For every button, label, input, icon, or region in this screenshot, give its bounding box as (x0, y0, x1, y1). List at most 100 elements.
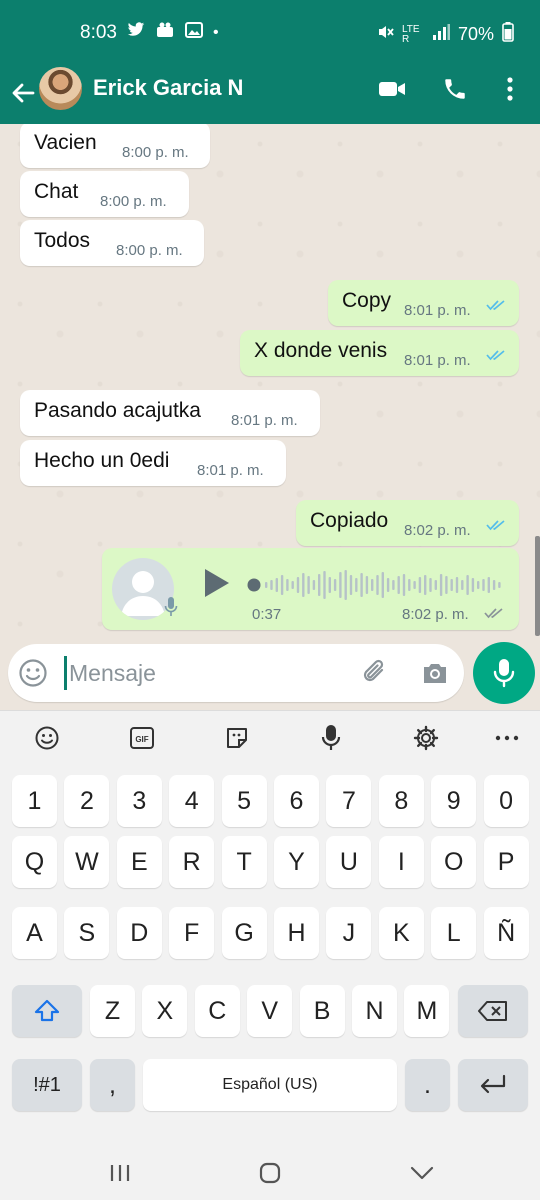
key-f[interactable]: F (169, 907, 215, 959)
emoji-icon[interactable] (18, 658, 48, 693)
battery-icon (502, 22, 514, 47)
key-y[interactable]: Y (274, 836, 319, 888)
key-7[interactable]: 7 (326, 775, 372, 827)
key-b[interactable]: B (299, 985, 345, 1037)
video-call-icon[interactable] (378, 74, 406, 104)
waveform-bar (461, 580, 464, 590)
key-4[interactable]: 4 (169, 775, 215, 827)
chat-area[interactable]: Vacien 8:00 p. m. Chat 8:00 p. m. Todos … (0, 124, 540, 636)
waveform-bar (487, 577, 490, 593)
message-input[interactable] (64, 656, 344, 690)
waveform-bar (498, 582, 501, 588)
voice-note-message[interactable]: 0:37 8:02 p. m. (102, 548, 519, 630)
keyboard: GIF 1234567890 QWERTYUIOP ASDFGHJKLÑ ZXCVBN… (0, 710, 540, 1200)
message-outgoing[interactable]: Copy 8:01 p. m. (328, 280, 519, 326)
waveform-bar (333, 579, 337, 591)
key-1[interactable]: 1 (12, 775, 57, 827)
key-x[interactable]: X (142, 985, 188, 1037)
sticker-icon[interactable] (220, 721, 254, 755)
key-l[interactable]: L (431, 907, 477, 959)
message-input-container (8, 644, 464, 702)
read-ticks-icon (486, 293, 506, 317)
play-icon[interactable] (202, 566, 232, 605)
key-e[interactable]: E (116, 836, 162, 888)
message-time: 8:00 p. m. (122, 144, 189, 161)
phone-icon[interactable] (442, 74, 468, 104)
key-8[interactable]: 8 (378, 775, 424, 827)
message-outgoing[interactable]: Copiado 8:02 p. m. (296, 500, 519, 546)
key-3[interactable]: 3 (116, 775, 162, 827)
key-j[interactable]: J (326, 907, 372, 959)
key-a[interactable]: A (12, 907, 57, 959)
key-d[interactable]: D (116, 907, 162, 959)
message-incoming[interactable]: Todos 8:00 p. m. (20, 220, 204, 266)
key-s[interactable]: S (64, 907, 110, 959)
waveform-bar (471, 578, 475, 592)
message-incoming[interactable]: Pasando acajutka 8:01 p. m. (20, 390, 320, 436)
camera-icon[interactable] (420, 658, 450, 693)
waveform-bar (402, 574, 406, 596)
backspace-key[interactable] (458, 985, 528, 1037)
shift-key[interactable] (12, 985, 82, 1037)
period-key[interactable]: . (405, 1059, 450, 1111)
contact-avatar[interactable] (37, 65, 84, 112)
key-k[interactable]: K (378, 907, 424, 959)
recents-icon[interactable] (100, 1158, 140, 1188)
key-v[interactable]: V (247, 985, 293, 1037)
settings-icon[interactable] (409, 721, 443, 755)
more-icon[interactable] (490, 721, 524, 755)
waveform-bar (339, 572, 342, 598)
voice-input-icon[interactable] (314, 721, 348, 755)
message-incoming[interactable]: Chat 8:00 p. m. (20, 171, 189, 217)
message-text: Pasando acajutka (34, 399, 201, 422)
key-q[interactable]: Q (12, 836, 57, 888)
chat-scrollbar[interactable] (535, 536, 540, 636)
comma-key[interactable]: , (90, 1059, 135, 1111)
key-ñ[interactable]: Ñ (483, 907, 529, 959)
key-0[interactable]: 0 (483, 775, 529, 827)
attach-icon[interactable] (360, 658, 390, 693)
space-key[interactable]: Español (US) (143, 1059, 397, 1111)
key-o[interactable]: O (431, 836, 477, 888)
key-5[interactable]: 5 (221, 775, 267, 827)
voice-time: 8:02 p. m. (402, 606, 469, 623)
message-incoming[interactable]: Hecho un 0edi 8:01 p. m. (20, 440, 286, 486)
notification-dot: • (212, 24, 219, 41)
key-2[interactable]: 2 (64, 775, 110, 827)
key-9[interactable]: 9 (431, 775, 477, 827)
key-w[interactable]: W (64, 836, 110, 888)
back-arrow-icon[interactable] (8, 76, 38, 110)
emoji-icon[interactable] (30, 721, 64, 755)
waveform-bar (445, 576, 448, 594)
status-time: 8:03 (80, 22, 117, 43)
enter-key[interactable] (458, 1059, 528, 1111)
key-p[interactable]: P (483, 836, 529, 888)
key-6[interactable]: 6 (274, 775, 319, 827)
more-options-icon[interactable] (500, 74, 520, 104)
message-time: 8:01 p. m. (404, 302, 471, 319)
back-icon[interactable] (402, 1158, 442, 1188)
symbols-key[interactable]: !#1 (12, 1059, 82, 1111)
contact-name[interactable]: Erick Garcia N (93, 75, 243, 101)
message-outgoing[interactable]: X donde venis 8:01 p. m. (240, 330, 519, 376)
key-r[interactable]: R (169, 836, 215, 888)
gif-icon[interactable]: GIF (125, 721, 159, 755)
waveform-bar (408, 579, 411, 591)
waveform-bar (312, 580, 316, 590)
key-h[interactable]: H (274, 907, 319, 959)
key-m[interactable]: M (404, 985, 450, 1037)
key-t[interactable]: T (221, 836, 267, 888)
home-icon[interactable] (250, 1158, 290, 1188)
record-voice-button[interactable] (473, 642, 535, 704)
key-n[interactable]: N (352, 985, 397, 1037)
key-g[interactable]: G (221, 907, 267, 959)
key-c[interactable]: C (194, 985, 240, 1037)
message-time: 8:00 p. m. (100, 193, 167, 210)
battery-level: 70% (457, 24, 494, 44)
waveform-progress-knob[interactable] (247, 578, 261, 592)
key-i[interactable]: I (378, 836, 424, 888)
audio-waveform[interactable] (247, 568, 505, 602)
message-incoming[interactable]: Vacien 8:00 p. m. (20, 124, 210, 168)
key-u[interactable]: U (326, 836, 372, 888)
key-z[interactable]: Z (90, 985, 135, 1037)
